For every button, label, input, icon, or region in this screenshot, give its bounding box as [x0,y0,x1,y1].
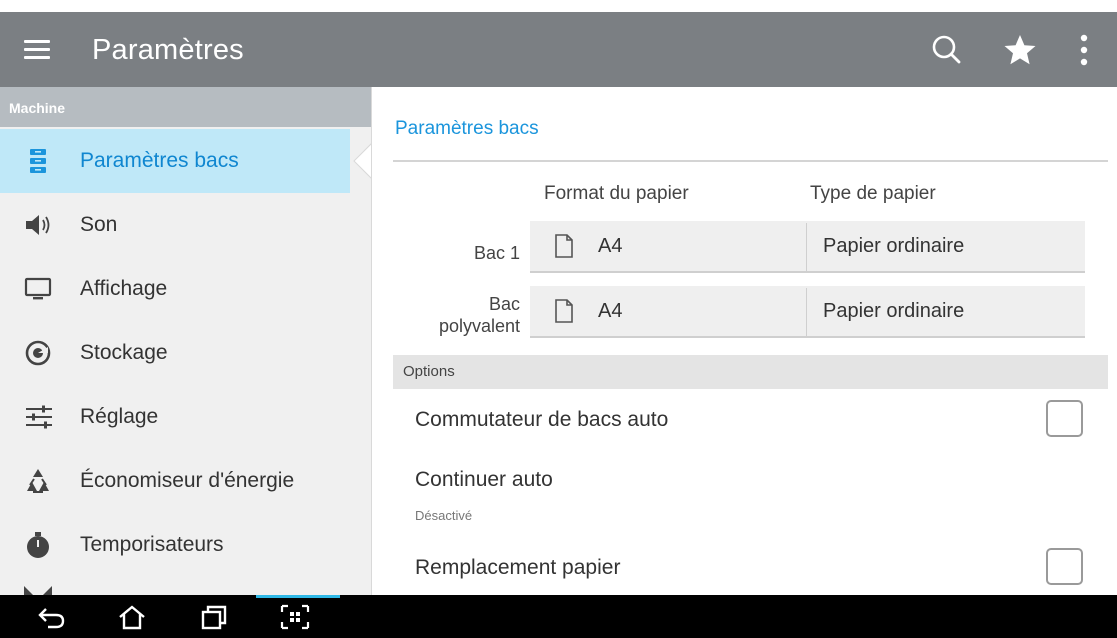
option-commutateur-bacs-auto[interactable]: Commutateur de bacs auto [415,408,668,432]
menu-icon[interactable] [24,38,50,60]
app-bar: Paramètres [0,12,1117,87]
column-header-format: Format du papier [544,183,689,204]
content-panel: Paramètres bacs Format du papier Type de… [373,87,1117,595]
remplacement-papier-checkbox[interactable] [1046,548,1083,585]
commutateur-bacs-auto-checkbox[interactable] [1046,400,1083,437]
paper-format-button[interactable]: A4 [530,221,806,273]
sidebar-item-affichage[interactable]: Affichage [0,257,350,321]
sidebar-item-label: Affichage [80,277,168,300]
paper-type-value: Papier ordinaire [823,300,965,322]
sidebar-item-stockage[interactable]: Stockage [0,321,350,385]
document-icon [554,234,574,258]
options-header-label: Options [403,363,455,380]
paper-format-value: A4 [598,300,623,322]
partial-next-item-icon [24,583,52,595]
sidebar-item-economiseur-energie[interactable]: Économiseur d'énergie [0,449,350,513]
paper-type-button[interactable]: Papier ordinaire [807,286,1085,338]
active-item-indicator [353,143,371,179]
sidebar-section-label: Machine [9,100,66,116]
tray-row-bac-polyvalent: A4 Papier ordinaire [530,286,1085,338]
sidebar-item-label: Économiseur d'énergie [80,469,295,492]
sidebar-item-temporisateurs[interactable]: Temporisateurs [0,513,350,577]
sliders-icon [24,403,52,431]
stopwatch-icon [24,531,52,559]
recent-apps-icon[interactable] [198,603,230,631]
sidebar-item-label: Temporisateurs [80,533,224,556]
sidebar-item-reglage[interactable]: Réglage [0,385,350,449]
tray-icon [24,147,52,175]
column-header-type: Type de papier [810,183,936,204]
monitor-icon [24,275,52,303]
storage-icon [24,339,52,367]
option-continuer-auto[interactable]: Continuer auto [415,468,553,492]
sidebar-item-label: Réglage [80,405,159,428]
paper-type-value: Papier ordinaire [823,235,965,257]
document-icon [554,299,574,323]
tray-row-bac1: A4 Papier ordinaire [530,221,1085,273]
options-header: Options [393,355,1108,389]
option-remplacement-papier[interactable]: Remplacement papier [415,556,620,580]
sidebar-item-parametres-bacs[interactable]: Paramètres bacs [0,129,350,193]
section-title: Paramètres bacs [395,118,539,139]
paper-type-button[interactable]: Papier ordinaire [807,221,1085,273]
speaker-icon [24,211,52,239]
continuer-auto-status: Désactivé [415,508,473,523]
sidebar: Machine Paramètres bacs Son Affichage St… [0,87,372,595]
home-icon[interactable] [116,603,148,631]
back-icon[interactable] [36,603,68,631]
top-border [0,0,1117,12]
search-icon[interactable] [928,32,964,68]
app-title: Paramètres [92,34,244,66]
sidebar-item-label: Son [80,213,118,236]
recycle-icon [24,467,52,495]
sidebar-item-label: Stockage [80,341,168,364]
paper-format-button[interactable]: A4 [530,286,806,338]
paper-format-value: A4 [598,235,623,257]
sidebar-item-label: Paramètres bacs [80,149,239,172]
sidebar-section-header: Machine [0,87,371,127]
overflow-menu-icon[interactable] [1072,32,1096,68]
active-indicator [256,595,340,598]
system-navigation-bar [0,595,1117,638]
star-icon[interactable] [1002,32,1038,68]
tray-label-bac1: Bac 1 [473,243,520,263]
tray-label-bac-polyvalent: Bac polyvalent [438,294,520,336]
screenshot-icon[interactable] [279,603,311,631]
section-divider [393,160,1108,162]
sidebar-item-son[interactable]: Son [0,193,350,257]
